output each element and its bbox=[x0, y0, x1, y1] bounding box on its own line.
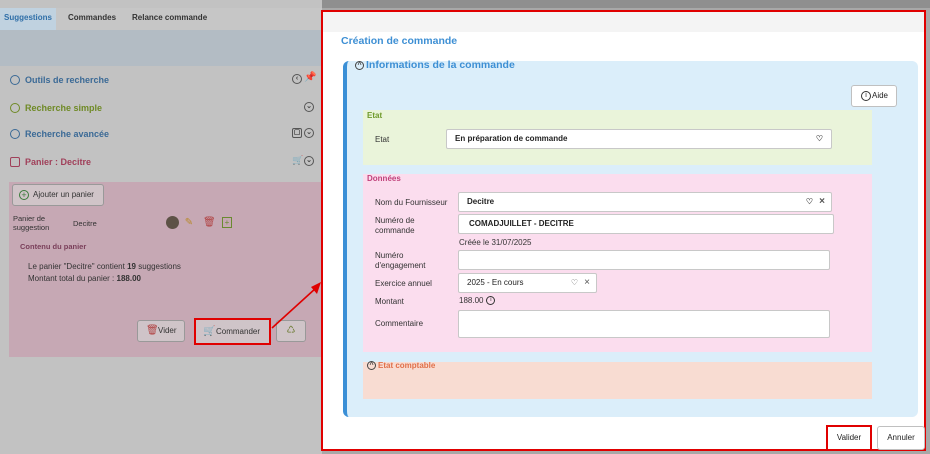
etat-comptable-header[interactable]: ^ Etat comptable bbox=[367, 361, 436, 371]
aide-label: Aide bbox=[871, 91, 888, 100]
clock-icon bbox=[10, 75, 20, 85]
etat-comptable-section bbox=[363, 362, 872, 399]
cart-line1-prefix: Le panier "Decitre" contient bbox=[28, 262, 128, 271]
sidebar-item-recherche-simple[interactable]: Recherche simple ⌄ bbox=[10, 101, 318, 117]
creation-date-note: Créée le 31/07/2025 bbox=[459, 238, 532, 247]
add-cart-button[interactable]: + Ajouter un panier bbox=[12, 184, 104, 206]
cart-line1-suffix: suggestions bbox=[135, 262, 181, 271]
sidebar-item-label: Outils de recherche bbox=[25, 75, 110, 85]
add-cart-label: Ajouter un panier bbox=[33, 190, 94, 199]
plus-icon: + bbox=[19, 190, 29, 200]
cart-count: 19 bbox=[127, 262, 136, 271]
etat-value: En préparation de commande bbox=[455, 134, 568, 143]
add-icon[interactable]: + bbox=[222, 217, 232, 228]
annuler-button[interactable]: Annuler bbox=[877, 426, 925, 450]
montant-label: Montant bbox=[375, 297, 404, 306]
panier-value: Decitre bbox=[73, 219, 97, 228]
numero-commande-label: Numéro de commande bbox=[375, 216, 415, 235]
aide-button[interactable]: i Aide bbox=[851, 85, 897, 107]
chevron-left-icon[interactable]: ‹ bbox=[292, 74, 302, 84]
engagement-input[interactable] bbox=[458, 250, 830, 270]
tab-suggestions[interactable]: Suggestions bbox=[0, 8, 57, 30]
commander-label: Commander bbox=[216, 327, 261, 336]
panier-label: Panier de suggestion bbox=[13, 214, 50, 232]
basket-icon[interactable]: ♺ bbox=[276, 320, 306, 342]
clear-icon[interactable]: × bbox=[819, 193, 825, 211]
sidebar-item-label: Panier : Decitre bbox=[25, 157, 92, 167]
tab-commandes[interactable]: Commandes bbox=[68, 8, 116, 30]
chevron-down-icon[interactable]: ⌄ bbox=[304, 156, 314, 166]
engagement-label: Numéro d'engagement bbox=[375, 251, 426, 270]
etat-section-title: Etat bbox=[367, 111, 383, 120]
info-section-header[interactable]: ^ Informations de la commande bbox=[355, 59, 515, 71]
sidebar-item-outils[interactable]: Outils de recherche 📌 ‹ bbox=[10, 73, 318, 89]
vider-label: Vider bbox=[158, 326, 177, 335]
cart-line2-prefix: Montant total du panier : bbox=[28, 274, 117, 283]
commander-button[interactable]: 🛒 Commander bbox=[194, 318, 271, 345]
tab-relance-commande[interactable]: Relance commande bbox=[132, 8, 207, 30]
fournisseur-label: Nom du Fournisseur bbox=[375, 198, 448, 207]
cart-content-title: Contenu du panier bbox=[20, 242, 87, 251]
cart-icon bbox=[10, 157, 20, 167]
valider-button[interactable]: Valider bbox=[826, 425, 872, 451]
pin-icon[interactable]: 📌 bbox=[304, 73, 316, 84]
commentaire-label: Commentaire bbox=[375, 319, 424, 328]
fournisseur-select[interactable]: Decitre ♡ × bbox=[458, 192, 832, 212]
chevron-up-icon: ^ bbox=[355, 60, 364, 70]
chevron-up-icon: ^ bbox=[367, 361, 376, 371]
cart-total-line: Montant total du panier : 188.00 bbox=[28, 274, 141, 283]
exercice-value: 2025 - En cours bbox=[467, 278, 524, 287]
donnees-section-title: Données bbox=[367, 174, 401, 183]
chevron-down-icon[interactable]: ⌄ bbox=[304, 102, 314, 112]
search-icon bbox=[10, 129, 20, 139]
avatar bbox=[166, 216, 179, 229]
trash-icon[interactable]: 🗑 bbox=[203, 217, 216, 228]
montant-display: 188.00 i bbox=[459, 296, 496, 306]
search-icon bbox=[10, 103, 20, 113]
info-icon: i bbox=[861, 91, 871, 101]
fournisseur-value: Decitre bbox=[467, 197, 495, 206]
copy-icon[interactable]: ▢ bbox=[292, 128, 302, 138]
tab-bar: Suggestions Commandes Relance commande bbox=[0, 8, 322, 30]
exercice-label: Exercice annuel bbox=[375, 279, 432, 288]
exercice-select[interactable]: 2025 - En cours ♡ × bbox=[458, 273, 597, 293]
modal-title: Création de commande bbox=[341, 35, 458, 47]
info-section-title: Informations de la commande bbox=[366, 59, 515, 71]
cart-icon: 🛒 bbox=[203, 326, 216, 337]
numero-commande-input[interactable]: COMADJUILLET - DECITRE bbox=[458, 214, 834, 234]
chevron-down-icon: ♡ bbox=[805, 197, 813, 206]
trash-icon: 🗑 bbox=[146, 325, 159, 336]
cart-total-amount: 188.00 bbox=[116, 274, 141, 283]
vider-button[interactable]: 🗑 Vider bbox=[137, 320, 185, 342]
montant-value: 188.00 bbox=[459, 296, 484, 305]
chevron-down-icon: ♡ bbox=[570, 278, 578, 287]
clear-icon[interactable]: × bbox=[584, 274, 590, 292]
tab-strip bbox=[0, 30, 322, 66]
commentaire-textarea[interactable] bbox=[458, 310, 830, 338]
info-icon[interactable]: i bbox=[486, 296, 496, 306]
sidebar-item-label: Recherche avancée bbox=[25, 129, 110, 139]
chevron-down-icon: ♡ bbox=[815, 134, 823, 143]
chevron-down-icon[interactable]: ⌄ bbox=[304, 128, 314, 138]
sidebar-item-label: Recherche simple bbox=[25, 103, 103, 113]
sidebar-item-recherche-avancee[interactable]: Recherche avancée ▢ ⌄ bbox=[10, 127, 318, 143]
cart-icon[interactable]: 🛒 bbox=[292, 156, 303, 166]
sidebar-item-panier[interactable]: Panier : Decitre 🛒 ⌄ bbox=[10, 155, 318, 171]
etat-select[interactable]: En préparation de commande ♡ bbox=[446, 129, 832, 149]
etat-label: Etat bbox=[375, 135, 390, 144]
cart-summary-line: Le panier "Decitre" contient 19 suggesti… bbox=[28, 262, 181, 271]
etat-comptable-title: Etat comptable bbox=[378, 361, 436, 370]
pencil-icon[interactable]: ✎ bbox=[184, 217, 194, 228]
